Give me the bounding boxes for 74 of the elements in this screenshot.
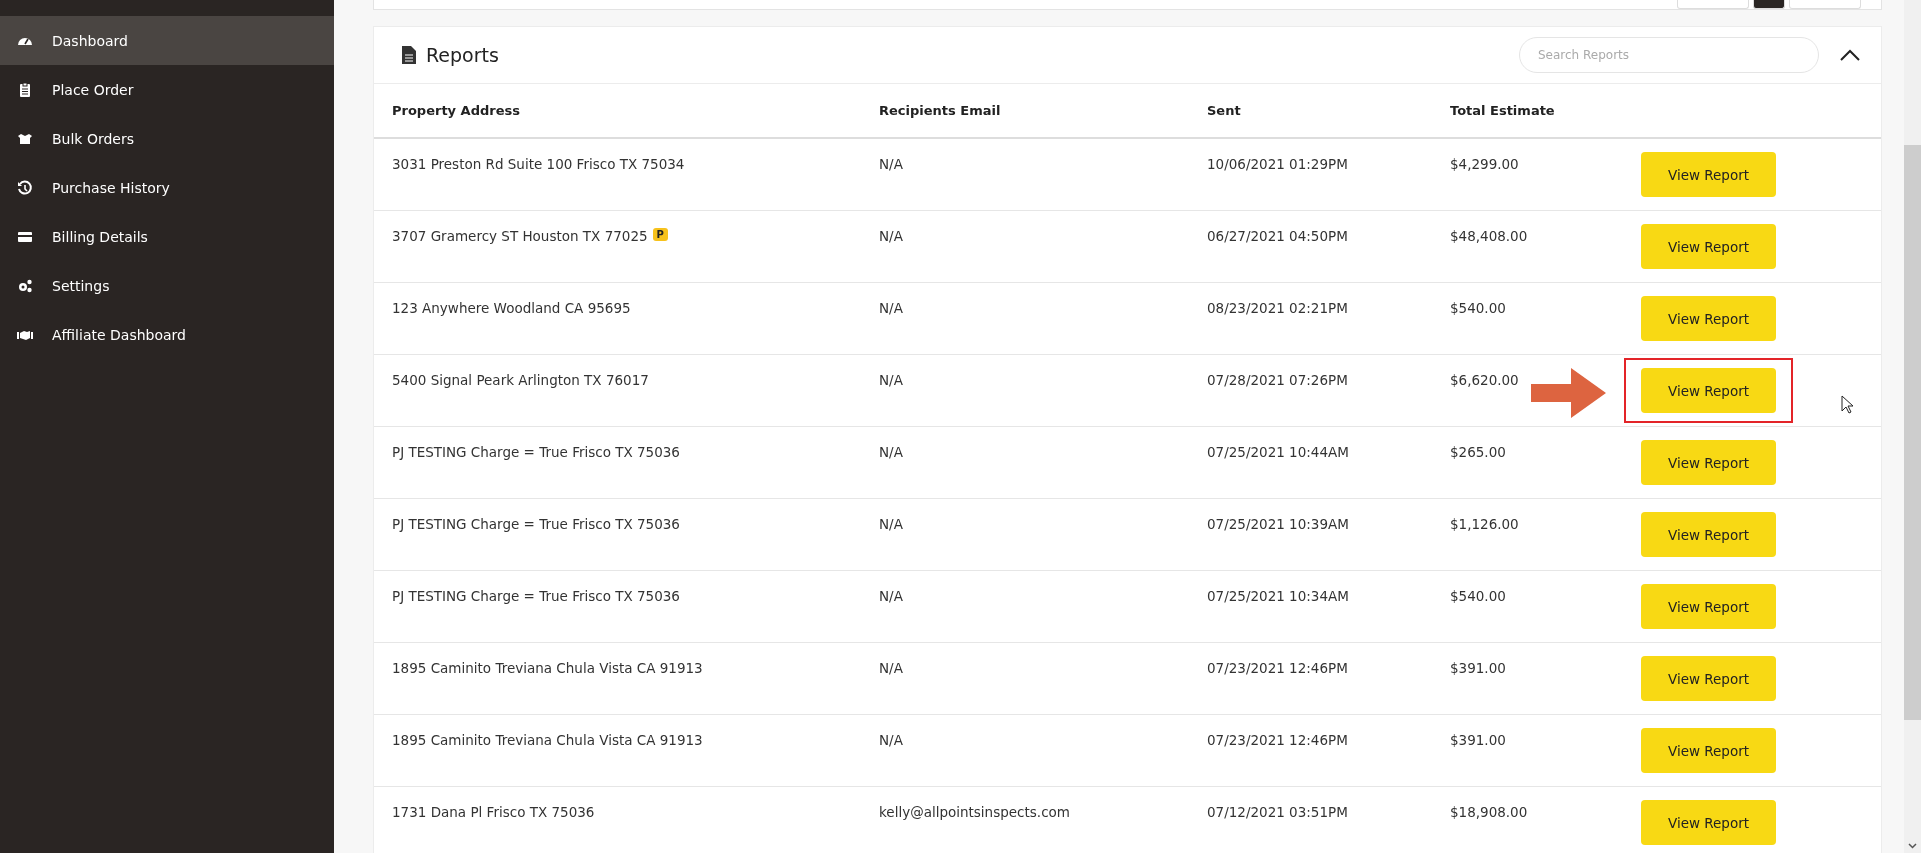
table-cell: $48,408.00 [1450, 228, 1528, 244]
table-cell: N/A [879, 228, 903, 244]
table-cell: 07/12/2021 03:51PM [1207, 804, 1348, 820]
view-report-button[interactable]: View Report [1641, 512, 1776, 557]
view-report-button[interactable]: View Report [1641, 440, 1776, 485]
table-cell: N/A [879, 372, 903, 388]
sidebar-item[interactable]: Bulk Orders [0, 114, 334, 163]
table-cell: 3031 Preston Rd Suite 100 Frisco TX 75034 [392, 156, 685, 172]
table-cell: 3707 Gramercy ST Houston TX 77025 [392, 228, 648, 244]
search-field[interactable]: Search Reports [1519, 37, 1819, 73]
table-cell: PJ TESTING Charge = True Frisco TX 75036 [392, 444, 680, 460]
page-button[interactable] [1753, 0, 1785, 9]
column-header: Sent [1207, 103, 1242, 118]
table-cell: $540.00 [1450, 588, 1506, 604]
document-icon [402, 46, 416, 64]
table-cell: N/A [879, 444, 903, 460]
table-cell: 07/25/2021 10:34AM [1207, 588, 1349, 604]
table-cell: 08/23/2021 02:21PM [1207, 300, 1348, 316]
table-cell: 10/06/2021 01:29PM [1207, 156, 1348, 172]
history-icon [16, 179, 34, 196]
table-cell: 06/27/2021 04:50PM [1207, 228, 1348, 244]
view-report-button[interactable]: View Report [1641, 584, 1776, 629]
column-header: Recipients Email [879, 103, 1002, 118]
table-cell: 1895 Caminito Treviana Chula Vista CA 91913 [392, 660, 703, 676]
table-cell: N/A [879, 732, 903, 748]
scroll-thumb[interactable] [1904, 145, 1921, 720]
table-cell: N/A [879, 660, 903, 676]
table-cell: $1,126.00 [1450, 516, 1519, 532]
view-report-button[interactable]: View Report [1641, 368, 1776, 413]
sidebar-item[interactable]: Place Order [0, 65, 334, 114]
mouse-pointer-icon [1841, 395, 1855, 415]
chevron-icon[interactable] [1839, 48, 1861, 62]
table-cell: PJ TESTING Charge = True Frisco TX 75036 [392, 516, 680, 532]
view-report-button[interactable]: View Report [1641, 296, 1776, 341]
column-header: Property Address [392, 103, 521, 118]
sidebar-item[interactable]: Settings [0, 261, 334, 310]
arrow-icon [1531, 368, 1606, 418]
view-report-button[interactable]: View Report [1641, 800, 1776, 845]
table-cell: 07/25/2021 10:39AM [1207, 516, 1349, 532]
sidebar-item[interactable]: Affiliate Dashboard [0, 310, 334, 359]
chevron-down-icon[interactable] [1908, 843, 1917, 849]
p-badge: P [652, 228, 668, 241]
table-cell: 1895 Caminito Treviana Chula Vista CA 91913 [392, 732, 703, 748]
table-cell: N/A [879, 588, 903, 604]
column-header: Total Estimate [1450, 103, 1556, 118]
table-cell: $265.00 [1450, 444, 1506, 460]
table-cell: $18,908.00 [1450, 804, 1528, 820]
view-report-button[interactable]: View Report [1641, 728, 1776, 773]
table-cell: 1731 Dana Pl Frisco TX 75036 [392, 804, 595, 820]
table-cell: 123 Anywhere Woodland CA 95695 [392, 300, 631, 316]
reports-title: Reports [426, 44, 499, 66]
table-cell: $391.00 [1450, 732, 1506, 748]
view-report-button[interactable]: View Report [1641, 224, 1776, 269]
table-cell: N/A [879, 516, 903, 532]
sidebar-item[interactable]: Purchase History [0, 163, 334, 212]
table-cell: 07/28/2021 07:26PM [1207, 372, 1348, 388]
view-report-button[interactable]: View Report [1641, 656, 1776, 701]
gears-icon [16, 277, 34, 294]
table-cell: 07/25/2021 10:44AM [1207, 444, 1349, 460]
table-cell: kelly@allpointsinspects.com [879, 804, 1070, 820]
table-cell: 5400 Signal Peark Arlington TX 76017 [392, 372, 649, 388]
table-cell: $4,299.00 [1450, 156, 1519, 172]
table-cell: PJ TESTING Charge = True Frisco TX 75036 [392, 588, 680, 604]
table-cell: $391.00 [1450, 660, 1506, 676]
scrollbar[interactable] [1904, 0, 1921, 853]
view-report-button[interactable]: View Report [1641, 152, 1776, 197]
table-cell: N/A [879, 300, 903, 316]
sidebar-item[interactable]: Dashboard [0, 16, 334, 65]
table-cell: $540.00 [1450, 300, 1506, 316]
table-cell: $6,620.00 [1450, 372, 1519, 388]
table-cell: 07/23/2021 12:46PM [1207, 732, 1348, 748]
table-cell: 07/23/2021 12:46PM [1207, 660, 1348, 676]
table-cell: N/A [879, 156, 903, 172]
sidebar-item[interactable]: Billing Details [0, 212, 334, 261]
